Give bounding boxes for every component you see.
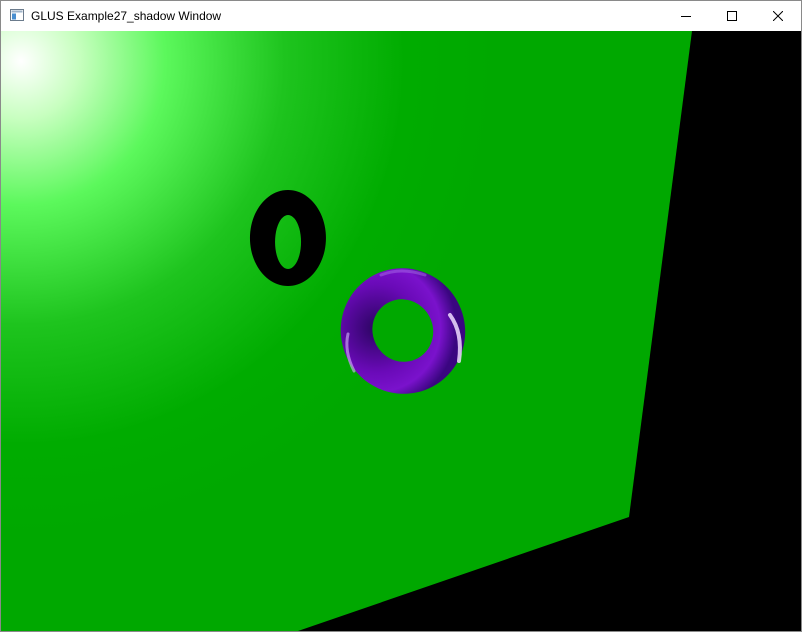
minimize-button[interactable] <box>663 1 709 31</box>
maximize-icon <box>727 11 737 21</box>
minimize-icon <box>681 16 691 17</box>
window-title: GLUS Example27_shadow Window <box>31 9 222 23</box>
title-bar[interactable]: GLUS Example27_shadow Window <box>1 1 801 31</box>
close-button[interactable] <box>755 1 801 31</box>
maximize-button[interactable] <box>709 1 755 31</box>
render-viewport[interactable] <box>1 31 801 631</box>
app-window: GLUS Example27_shadow Window <box>0 0 802 632</box>
close-icon <box>773 11 783 21</box>
app-window-icon <box>10 9 24 21</box>
scene-canvas <box>1 31 801 631</box>
